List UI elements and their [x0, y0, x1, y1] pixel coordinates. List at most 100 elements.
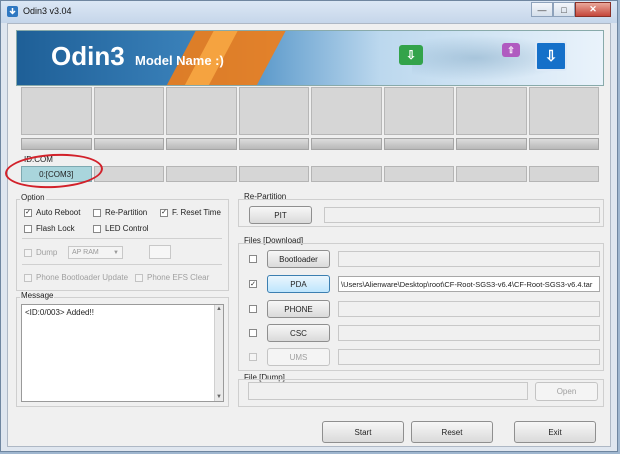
close-button[interactable]: ✕	[575, 2, 611, 17]
flash-lock-checkbox[interactable]: Flash Lock	[24, 224, 75, 233]
pda-path-field[interactable]: \Users\Alienware\Desktop\root\CF-Root-SG…	[338, 276, 600, 292]
device-slot	[93, 87, 164, 135]
maximize-button[interactable]: □	[553, 2, 575, 17]
exit-button[interactable]: Exit	[514, 421, 596, 443]
pda-checkbox[interactable]: ✓	[249, 280, 261, 288]
checkbox-box: ✓	[24, 208, 32, 217]
com-port-cell	[311, 166, 382, 182]
checkbox-box	[24, 273, 32, 282]
option-divider	[22, 264, 222, 265]
download-icon: ⇩	[535, 41, 567, 71]
checkbox-label: Flash Lock	[36, 224, 75, 233]
chevron-down-icon: ▼	[113, 250, 119, 256]
minimize-button[interactable]: —	[531, 2, 553, 17]
scroll-down-icon[interactable]: ▼	[215, 393, 223, 401]
progress-bar	[311, 138, 382, 150]
message-log[interactable]: <ID:0/003> Added!! ▲ ▼	[21, 304, 224, 402]
option-group-label: Option	[20, 193, 46, 202]
phone-checkbox[interactable]	[249, 305, 261, 313]
device-slot	[383, 87, 454, 135]
auto-reboot-checkbox[interactable]: ✓ Auto Reboot	[24, 208, 80, 217]
ums-path-field[interactable]	[338, 349, 600, 365]
message-group-label: Message	[20, 291, 55, 300]
device-slot	[21, 87, 92, 135]
checkbox-box: ✓	[249, 280, 257, 288]
csc-path-field[interactable]	[338, 325, 600, 341]
start-button[interactable]: Start	[322, 421, 404, 443]
bootloader-path-field[interactable]	[338, 251, 600, 267]
banner-title: Odin3	[51, 41, 125, 71]
reset-button[interactable]: Reset	[411, 421, 493, 443]
device-slot	[456, 87, 527, 135]
ums-button[interactable]: UMS	[267, 348, 330, 366]
device-slot	[528, 87, 599, 135]
id-com-label: ID:COM	[24, 155, 53, 164]
f-reset-time-checkbox[interactable]: ✓ F. Reset Time	[160, 208, 221, 217]
dump-value-box[interactable]	[149, 245, 171, 259]
checkbox-label: Dump	[36, 248, 58, 257]
device-slot	[166, 87, 237, 135]
main-client-area: Odin3 Model Name :) ⇩ ⇧ ⇩ ID:COM 0:[COM3…	[4, 23, 611, 447]
com-port-cell	[528, 166, 599, 182]
checkbox-label: Phone EFS Clear	[147, 273, 210, 282]
checkbox-label: Auto Reboot	[36, 208, 81, 217]
device-slot	[238, 87, 309, 135]
file-dump-path-field[interactable]	[248, 382, 528, 400]
dump-checkbox[interactable]: Dump	[24, 248, 57, 257]
odin-banner: Odin3 Model Name :) ⇩ ⇧ ⇩	[16, 30, 604, 86]
checkbox-box	[24, 224, 32, 233]
bootloader-checkbox[interactable]	[249, 255, 261, 263]
progress-bar	[166, 138, 237, 150]
banner-subtitle: Model Name :)	[135, 53, 224, 68]
phone-bootloader-update-checkbox[interactable]: Phone Bootloader Update	[24, 273, 128, 282]
csc-checkbox[interactable]	[249, 329, 261, 337]
checkbox-label: F. Reset Time	[172, 208, 221, 217]
com-port-row: 0:[COM3]	[21, 166, 599, 182]
phone-efs-clear-checkbox[interactable]: Phone EFS Clear	[135, 273, 209, 282]
com-port-cell	[93, 166, 164, 182]
led-control-checkbox[interactable]: LED Control	[93, 224, 149, 233]
device-slot	[311, 87, 382, 135]
checkbox-label: Re-Partition	[105, 208, 148, 217]
checkbox-box	[249, 329, 257, 337]
pit-path-field[interactable]	[324, 207, 600, 223]
device-slots	[21, 87, 599, 135]
bootloader-button[interactable]: Bootloader	[267, 250, 330, 268]
phone-path-field[interactable]	[338, 301, 600, 317]
download-icon: ⇩	[399, 45, 423, 65]
com-port-cell	[383, 166, 454, 182]
title-bar: Odin3 v3.04 — □ ✕	[1, 1, 617, 23]
app-icon	[7, 6, 18, 17]
phone-button[interactable]: PHONE	[267, 300, 330, 318]
window-title: Odin3 v3.04	[23, 6, 72, 16]
checkbox-label: LED Control	[105, 224, 149, 233]
progress-bar	[528, 138, 599, 150]
checkbox-box	[135, 273, 143, 282]
message-scrollbar[interactable]: ▲ ▼	[214, 305, 223, 401]
com-port-cell	[456, 166, 527, 182]
com-port-cell: 0:[COM3]	[21, 166, 92, 182]
progress-bar	[93, 138, 164, 150]
dump-select-value: AP RAM	[72, 249, 99, 256]
ums-checkbox[interactable]	[249, 353, 261, 361]
odin-window: Odin3 v3.04 — □ ✕ Odin3 Model Name :) ⇩ …	[0, 0, 618, 452]
upload-icon: ⇧	[502, 43, 520, 57]
pda-button[interactable]: PDA	[267, 275, 330, 293]
dump-type-select[interactable]: AP RAM ▼	[68, 246, 123, 259]
re-partition-checkbox[interactable]: Re-Partition	[93, 208, 147, 217]
scroll-up-icon[interactable]: ▲	[215, 305, 223, 313]
progress-bar	[238, 138, 309, 150]
com-port-cell	[238, 166, 309, 182]
checkbox-box	[249, 305, 257, 313]
progress-bar	[21, 138, 92, 150]
pit-button[interactable]: PIT	[249, 206, 312, 224]
open-button[interactable]: Open	[535, 382, 598, 401]
checkbox-box	[93, 208, 101, 217]
checkbox-box: ✓	[160, 208, 168, 217]
checkbox-label: Phone Bootloader Update	[36, 273, 129, 282]
csc-button[interactable]: CSC	[267, 324, 330, 342]
progress-bar	[456, 138, 527, 150]
message-log-text: <ID:0/003> Added!!	[25, 308, 94, 317]
option-divider	[22, 238, 222, 239]
com-port-cell	[166, 166, 237, 182]
